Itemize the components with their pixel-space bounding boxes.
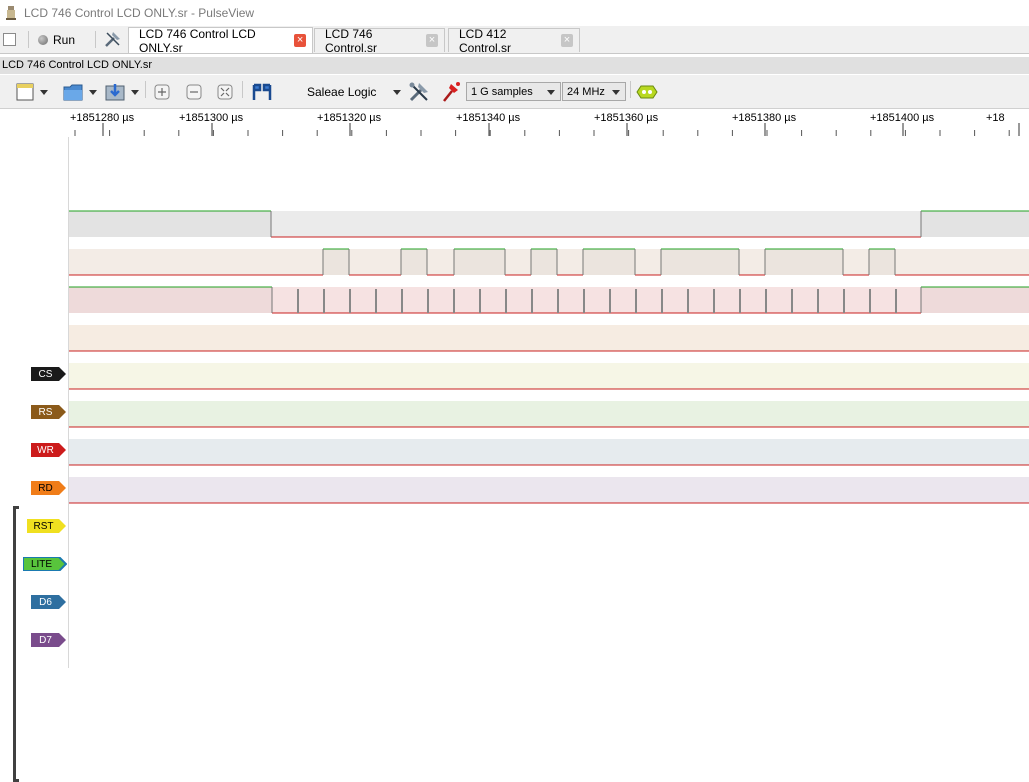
- probe-trigger-icon: [443, 82, 460, 102]
- zoom-out-icon: [186, 84, 202, 100]
- main-toolbar: Saleae Logic 1 G samples 24 MHz: [0, 75, 1029, 109]
- trace-high-fill: [661, 249, 739, 275]
- tab-label: LCD 746 Control.sr: [325, 26, 378, 55]
- trace-high-fill: [69, 287, 272, 313]
- channel-headers: CS RS WR RD RST LITE D6 D7: [0, 137, 68, 782]
- device-name: Saleae Logic: [307, 85, 377, 99]
- ruler-label: +18: [986, 112, 1005, 124]
- tab-label: LCD 746 Control LCD ONLY.sr: [139, 26, 256, 55]
- toolbar-separator: [145, 81, 146, 98]
- device-config-button[interactable]: [406, 80, 432, 104]
- session-path-bar: LCD 746 Control LCD ONLY.sr: [0, 57, 1029, 74]
- trace-high-fill: [323, 249, 349, 275]
- toolbar-separator: [28, 31, 29, 48]
- channel-label-rd[interactable]: RD: [31, 481, 67, 495]
- run-icon: [38, 35, 48, 45]
- probe-trigger-button[interactable]: [438, 80, 464, 104]
- tab-lcd-412-control[interactable]: LCD 412 Control.sr ×: [448, 26, 580, 55]
- ruler-label: +1851300 µs: [179, 112, 244, 124]
- session-path: LCD 746 Control LCD ONLY.sr: [2, 59, 152, 71]
- channel-name: WR: [37, 444, 54, 456]
- trace-area: [69, 210, 1029, 504]
- open-icon: [63, 84, 82, 101]
- checkbox-icon[interactable]: [3, 33, 16, 46]
- open-button[interactable]: [60, 80, 98, 104]
- trace-high-fill: [401, 249, 427, 275]
- trace-high-fill: [765, 249, 843, 275]
- save-button[interactable]: [102, 80, 140, 104]
- trace-background: [69, 363, 1029, 389]
- trace-background: [69, 439, 1029, 465]
- channel-name: LITE: [30, 558, 53, 570]
- trace-background: [69, 401, 1029, 427]
- window-title: LCD 746 Control LCD ONLY.sr - PulseView: [24, 6, 255, 20]
- zoom-out-button[interactable]: [184, 80, 204, 104]
- trace-background: [69, 477, 1029, 503]
- channel-group-bracket: [13, 506, 19, 782]
- zoom-in-button[interactable]: [152, 80, 172, 104]
- channel-name: RD: [38, 482, 53, 494]
- new-session-icon: [16, 83, 33, 101]
- toolbar-separator: [630, 81, 631, 98]
- channel-label-wr[interactable]: WR: [31, 443, 67, 457]
- decoder-button[interactable]: [634, 80, 660, 104]
- tab-lcd-746-control[interactable]: LCD 746 Control.sr ×: [314, 26, 445, 55]
- run-button[interactable]: Run: [38, 30, 75, 50]
- channel-name: RST: [33, 520, 54, 532]
- zoom-in-icon: [154, 84, 170, 100]
- channel-label-d6[interactable]: D6: [31, 595, 67, 609]
- channel-name: CS: [38, 368, 53, 380]
- tab-lcd-746-control-lcd-only[interactable]: LCD 746 Control LCD ONLY.sr ×: [128, 26, 313, 55]
- samples-select[interactable]: 1 G samples: [466, 82, 561, 101]
- cursor-icon: [252, 83, 271, 100]
- trace-high-fill: [583, 249, 635, 275]
- samplerate-select[interactable]: 24 MHz: [562, 82, 626, 101]
- ruler-label: +1851340 µs: [456, 112, 521, 124]
- trace-viewport[interactable]: [68, 137, 1029, 668]
- channel-label-cs[interactable]: CS: [31, 367, 67, 381]
- ruler-label: +1851400 µs: [870, 112, 935, 124]
- probe-icon[interactable]: [104, 30, 122, 48]
- channel-name: D6: [39, 596, 52, 608]
- ruler-label: +1851360 µs: [594, 112, 659, 124]
- time-ruler[interactable]: +1851280 µs +1851300 µs +1851320 µs +185134…: [68, 109, 1029, 137]
- channel-label-d7[interactable]: D7: [31, 633, 67, 647]
- close-icon[interactable]: ×: [294, 34, 306, 47]
- tab-bar: Run LCD 746 Control LCD ONLY.sr × LCD 74…: [0, 26, 1029, 55]
- channel-name: RS: [38, 406, 53, 418]
- save-icon: [105, 84, 124, 101]
- cursor-button[interactable]: [249, 80, 274, 104]
- toolbar-separator: [242, 81, 243, 98]
- trace-high-fill: [869, 249, 895, 275]
- zoom-fit-icon: [217, 84, 233, 100]
- device-selector[interactable]: Saleae Logic: [300, 80, 404, 104]
- run-label: Run: [53, 33, 76, 47]
- ruler-label: +1851320 µs: [317, 112, 382, 124]
- channel-name: D7: [39, 634, 52, 646]
- trace-high-fill: [454, 249, 505, 275]
- toolbar-separator: [95, 31, 96, 48]
- ruler-label: +1851280 µs: [70, 112, 135, 124]
- close-icon[interactable]: ×: [425, 34, 438, 47]
- channel-label-rs[interactable]: RS: [31, 405, 67, 419]
- trace-high-fill: [921, 211, 1029, 237]
- trace-background: [69, 325, 1029, 351]
- decoder-icon: [636, 85, 658, 99]
- tab-label: LCD 412 Control.sr: [459, 26, 512, 55]
- ruler-ticks: +1851280 µs +1851300 µs +1851320 µs +185134…: [70, 112, 1020, 136]
- trace-high-fill: [921, 287, 1029, 313]
- device-config-icon: [409, 82, 428, 102]
- trace-high-fill: [531, 249, 557, 275]
- pulseview-icon: [6, 6, 16, 20]
- channel-label-rst[interactable]: RST: [27, 519, 67, 533]
- title-bar: LCD 746 Control LCD ONLY.sr - PulseView: [0, 0, 1029, 26]
- ruler-label: +1851380 µs: [732, 112, 797, 124]
- samples-value: 1 G samples: [471, 85, 533, 98]
- new-session-button[interactable]: [10, 80, 52, 104]
- zoom-fit-button[interactable]: [215, 80, 235, 104]
- close-icon[interactable]: ×: [560, 34, 573, 47]
- samplerate-value: 24 MHz: [567, 85, 605, 98]
- trace-high-fill: [69, 211, 271, 237]
- channel-label-lite[interactable]: LITE: [23, 557, 67, 571]
